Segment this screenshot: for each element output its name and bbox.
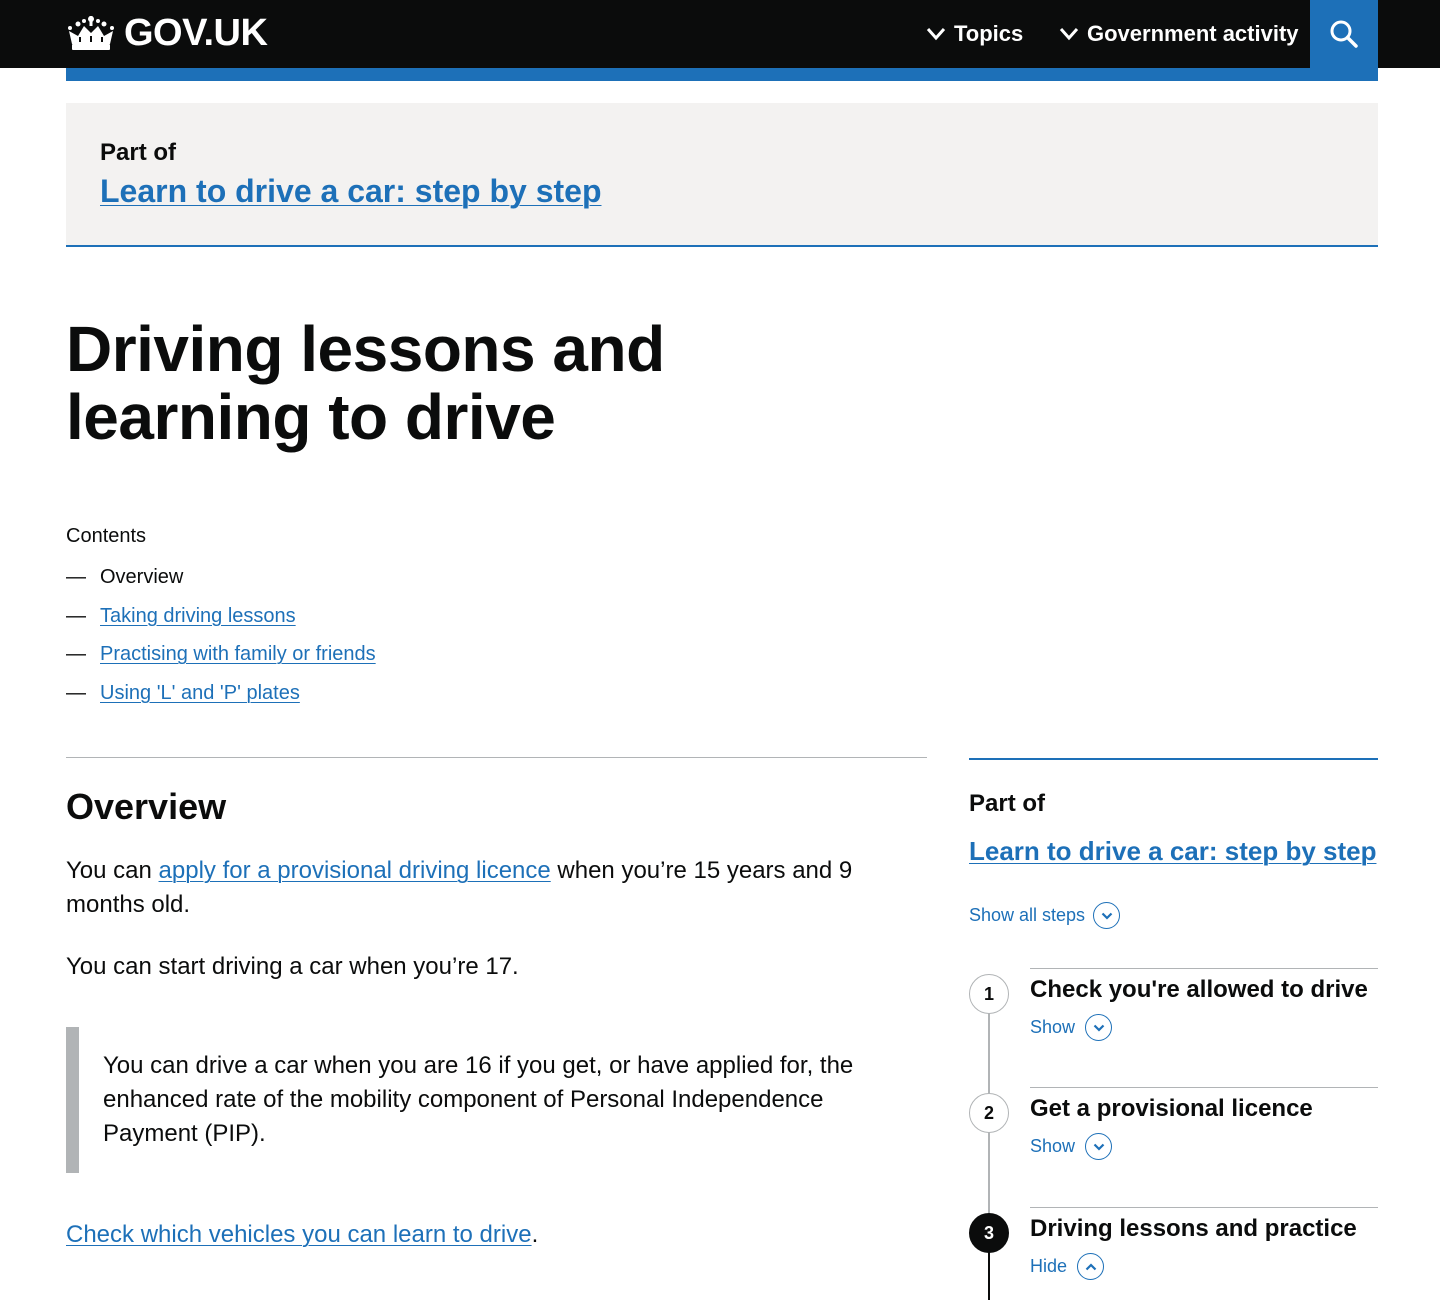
nav-government-activity[interactable]: Government activity	[1059, 21, 1299, 47]
search-icon	[1330, 20, 1358, 48]
chevron-down-circle-icon	[1093, 902, 1121, 929]
header-blue-bar	[66, 68, 1378, 81]
step-show-button[interactable]: Show	[1030, 1014, 1113, 1041]
contents-item-practising: — Practising with family or friends	[66, 643, 376, 682]
step-by-step-link[interactable]: Learn to drive a car: step by step	[100, 173, 602, 210]
text: .	[531, 1221, 539, 1248]
sidebar-step-by-step-link[interactable]: Learn to drive a car: step by step	[969, 836, 1376, 867]
contents-list: — Overview — Taking driving lessons — Pr…	[66, 566, 376, 720]
step-title[interactable]: Check you're allowed to drive	[1030, 976, 1368, 1004]
contents-label: Contents	[66, 525, 147, 547]
contents-item-label: Overview	[100, 566, 184, 588]
step-divider	[1030, 1207, 1378, 1208]
chevron-down-circle-icon	[1085, 1014, 1113, 1041]
step-hide-button[interactable]: Hide	[1030, 1253, 1105, 1280]
nav-topics[interactable]: Topics	[926, 21, 1023, 47]
step-divider	[1030, 968, 1378, 969]
overview-paragraph-2: You can start driving a car when you’re …	[66, 953, 519, 980]
step-number-active: 3	[969, 1213, 1009, 1253]
step-title[interactable]: Driving lessons and practice	[1030, 1215, 1357, 1243]
page-title: Driving lessons and learning to drive	[66, 313, 665, 453]
contents-link[interactable]: Taking driving lessons	[100, 605, 296, 628]
nav-government-activity-wrap: Government activity	[1059, 0, 1299, 68]
step-3: 3 Driving lessons and practice Hide	[969, 1207, 1378, 1300]
part-of-label: Part of	[100, 139, 177, 166]
step-title[interactable]: Get a provisional licence	[1030, 1095, 1313, 1123]
step-toggle-label: Show	[1030, 1017, 1076, 1037]
contents-link[interactable]: Practising with family or friends	[100, 643, 376, 666]
overview-heading: Overview	[66, 786, 227, 827]
dash: —	[66, 566, 86, 588]
step-toggle-label: Hide	[1030, 1256, 1068, 1276]
govuk-logo-link[interactable]: GOV.UK	[66, 12, 268, 55]
chevron-down-icon	[1059, 28, 1079, 41]
section-divider	[66, 757, 927, 758]
step-1: 1 Check you're allowed to drive Show	[969, 968, 1378, 1088]
step-2: 2 Get a provisional licence Show	[969, 1087, 1378, 1207]
overview-paragraph-1: You can apply for a provisional driving …	[66, 854, 886, 922]
nav-topics-label: Topics	[954, 21, 1024, 46]
provisional-licence-link[interactable]: apply for a provisional driving licence	[159, 857, 551, 884]
sidebar-part-of-label: Part of	[969, 790, 1046, 817]
step-number: 2	[969, 1093, 1009, 1133]
overview-paragraph-3: Check which vehicles you can learn to dr…	[66, 1218, 886, 1252]
chevron-down-circle-icon	[1085, 1133, 1113, 1160]
step-number: 1	[969, 974, 1009, 1014]
contents-item-taking-lessons: — Taking driving lessons	[66, 605, 376, 644]
dash: —	[66, 681, 86, 704]
site-header: GOV.UK Topics Government activity	[0, 0, 1440, 68]
show-all-steps-label: Show all steps	[969, 905, 1086, 925]
logo-text: GOV.UK	[124, 12, 268, 54]
step-divider	[1030, 1087, 1378, 1088]
check-vehicles-link[interactable]: Check which vehicles you can learn to dr…	[66, 1221, 532, 1248]
nav-government-activity-label: Government activity	[1087, 21, 1299, 46]
crown-icon	[68, 15, 114, 50]
part-of-banner: Part of Learn to drive a car: step by st…	[66, 103, 1378, 247]
contents-item-plates: — Using 'L' and 'P' plates	[66, 682, 376, 721]
contents-item-overview: — Overview	[66, 566, 376, 605]
sidebar-top-rule	[969, 758, 1378, 760]
dash: —	[66, 604, 86, 627]
nav-topics-wrap: Topics	[926, 0, 1023, 68]
text: You can	[66, 857, 159, 884]
chevron-up-circle-icon	[1077, 1253, 1105, 1280]
step-toggle-label: Show	[1030, 1136, 1076, 1156]
show-all-steps-button[interactable]: Show all steps	[969, 902, 1121, 929]
search-button[interactable]	[1310, 0, 1378, 68]
dash: —	[66, 643, 86, 665]
step-show-button[interactable]: Show	[1030, 1133, 1113, 1160]
contents-link[interactable]: Using 'L' and 'P' plates	[100, 682, 300, 705]
inset-text: You can drive a car when you are 16 if y…	[66, 1027, 886, 1173]
chevron-down-icon	[926, 28, 946, 41]
